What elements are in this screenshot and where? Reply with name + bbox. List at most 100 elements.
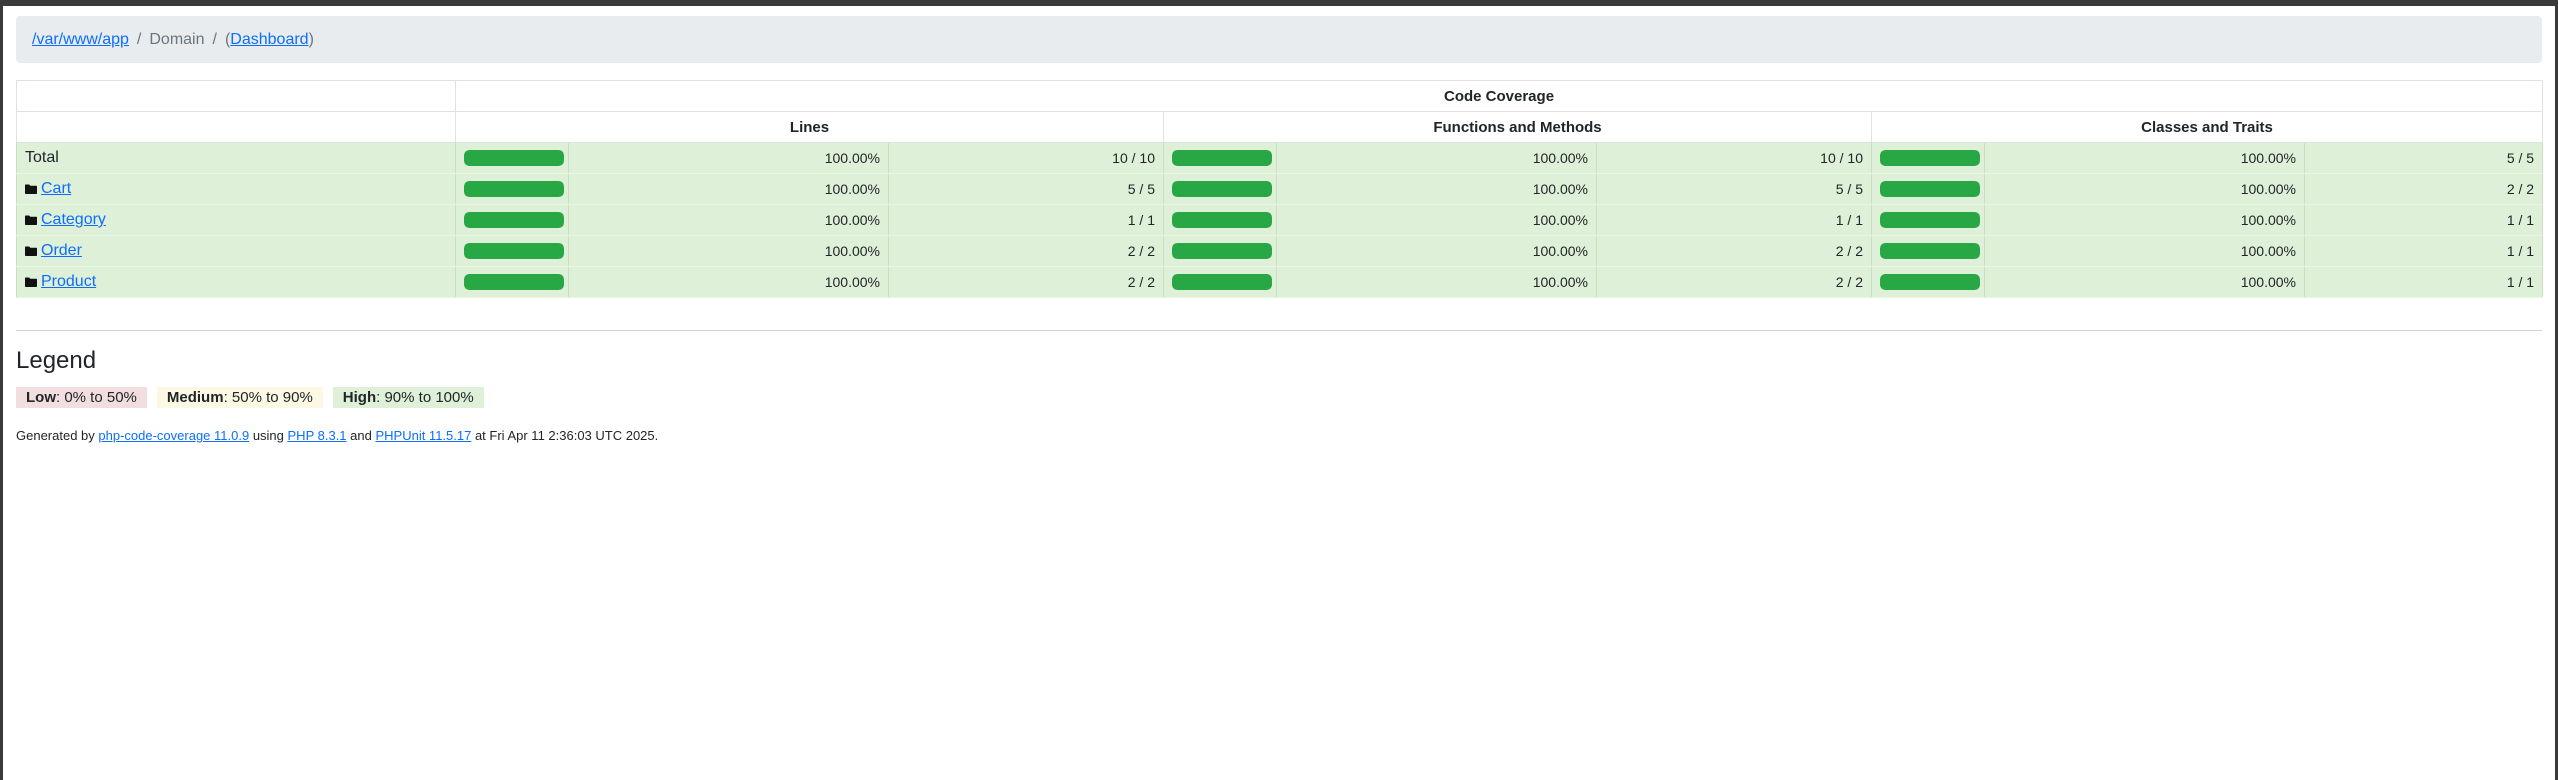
row-name-cell: Cart	[16, 173, 456, 205]
directory-link[interactable]: Category	[41, 211, 106, 228]
functions-column-header: Functions and Methods	[1163, 111, 1872, 143]
legend-medium: Medium: 50% to 90%	[156, 387, 323, 408]
functions-ratio: 2 / 2	[1596, 266, 1872, 298]
classes-progress-cell	[1871, 204, 1985, 236]
divider	[16, 330, 2542, 331]
table-row: Category 100.00% 1 / 1 100.00% 1 / 1 100.00% 1…	[16, 204, 2544, 236]
classes-ratio: 1 / 1	[2303, 204, 2544, 236]
lines-progress-bar	[464, 150, 564, 166]
classes-ratio: 2 / 2	[2303, 173, 2544, 205]
lines-column-header: Lines	[455, 111, 1164, 143]
legend-title: Legend	[16, 347, 97, 374]
legend-medium-label: Medium	[166, 389, 224, 406]
classes-progress-fill	[1880, 243, 1980, 259]
table-row: Order 100.00% 2 / 2 100.00% 2 / 2 100.00% 1 / …	[16, 235, 2544, 267]
lines-progress-cell	[455, 266, 569, 298]
functions-percent: 100.00%	[1276, 204, 1597, 236]
lines-ratio: 2 / 2	[888, 235, 1164, 267]
legend-low: Low: 0% to 50%	[16, 387, 147, 408]
classes-progress-bar	[1880, 181, 1980, 197]
classes-ratio: 1 / 1	[2303, 235, 2544, 267]
directory-link[interactable]: Cart	[41, 180, 71, 197]
functions-progress-fill	[1172, 181, 1272, 197]
functions-ratio: 5 / 5	[1596, 173, 1872, 205]
lines-percent: 100.00%	[568, 142, 889, 174]
folder-icon	[25, 215, 37, 225]
lines-progress-fill	[464, 150, 564, 166]
total-label: Total	[25, 149, 59, 166]
lines-percent: 100.00%	[568, 173, 889, 205]
folder-icon	[25, 246, 37, 256]
functions-progress-bar	[1172, 150, 1272, 166]
lines-ratio: 10 / 10	[888, 142, 1164, 174]
lines-progress-fill	[464, 181, 564, 197]
functions-progress-bar	[1172, 212, 1272, 228]
row-name-cell: Order	[16, 235, 456, 267]
legend-high: High: 90% to 100%	[332, 387, 484, 408]
lines-percent: 100.00%	[568, 204, 889, 236]
page-content: /var/www/app / Domain / (Dashboard) Code…	[16, 16, 2544, 443]
lines-progress-bar	[464, 274, 564, 290]
classes-ratio: 5 / 5	[2303, 142, 2544, 174]
table-row: Cart 100.00% 5 / 5 100.00% 5 / 5 100.00% 2 / 2	[16, 173, 2544, 205]
functions-progress-fill	[1172, 150, 1272, 166]
functions-progress-cell	[1163, 235, 1277, 267]
lines-progress-fill	[464, 212, 564, 228]
functions-progress-cell	[1163, 266, 1277, 298]
row-name-cell: Total	[16, 142, 456, 174]
functions-ratio: 1 / 1	[1596, 204, 1872, 236]
classes-progress-bar	[1880, 212, 1980, 228]
functions-percent: 100.00%	[1276, 142, 1597, 174]
legend: Low: 0% to 50% Medium: 50% to 90% High: …	[16, 387, 2542, 408]
breadcrumb-separator: /	[212, 30, 217, 48]
classes-progress-fill	[1880, 274, 1980, 290]
classes-progress-fill	[1880, 212, 1980, 228]
coverage-table: Code Coverage Lines Functions and Method…	[16, 80, 2544, 298]
breadcrumb-current: Domain	[149, 30, 205, 48]
table-row: Total 100.00% 10 / 10 100.00% 10 / 10 100.00%…	[16, 142, 2544, 174]
row-name-cell: Product	[16, 266, 456, 298]
table-row: Product 100.00% 2 / 2 100.00% 2 / 2 100.00% 1 …	[16, 266, 2544, 298]
directory-link[interactable]: Product	[41, 273, 96, 290]
lines-percent: 100.00%	[568, 266, 889, 298]
breadcrumb-separator: /	[136, 30, 142, 48]
functions-progress-bar	[1172, 274, 1272, 290]
classes-progress-bar	[1880, 150, 1980, 166]
legend-medium-range: : 50% to 90%	[223, 389, 313, 406]
php-code-coverage-link[interactable]: php-code-coverage 11.0.9	[98, 428, 249, 443]
lines-progress-cell	[455, 142, 569, 174]
window-frame-top	[0, 0, 2558, 6]
classes-column-header: Classes and Traits	[1870, 111, 2544, 143]
header-empty-cell	[16, 80, 456, 112]
functions-percent: 100.00%	[1276, 266, 1597, 298]
window-frame-left	[0, 0, 3, 780]
functions-progress-fill	[1172, 212, 1272, 228]
php-link[interactable]: PHP 8.3.1	[288, 428, 347, 443]
functions-percent: 100.00%	[1276, 173, 1597, 205]
directory-link[interactable]: Order	[41, 242, 82, 259]
lines-progress-cell	[455, 173, 569, 205]
folder-icon	[25, 184, 37, 194]
header-empty-cell	[16, 111, 456, 143]
lines-progress-bar	[464, 212, 564, 228]
legend-low-range: : 0% to 50%	[56, 389, 137, 406]
functions-progress-cell	[1163, 204, 1277, 236]
folder-icon	[25, 277, 37, 287]
generated-by-footer: Generated by php-code-coverage 11.0.9 us…	[16, 428, 2542, 443]
classes-progress-cell	[1871, 235, 1985, 267]
functions-progress-cell	[1163, 142, 1277, 174]
lines-progress-cell	[455, 235, 569, 267]
breadcrumb: /var/www/app / Domain / (Dashboard)	[16, 16, 2542, 63]
legend-high-range: : 90% to 100%	[376, 389, 474, 406]
dashboard-link[interactable]: Dashboard	[230, 31, 308, 49]
breadcrumb-root-link[interactable]: /var/www/app	[32, 31, 129, 49]
coverage-table-body: Total 100.00% 10 / 10 100.00% 10 / 10 100.00%…	[16, 142, 2544, 298]
classes-progress-cell	[1871, 173, 1985, 205]
code-coverage-header: Code Coverage	[454, 80, 2544, 112]
functions-progress-bar	[1172, 181, 1272, 197]
classes-progress-cell	[1871, 142, 1985, 174]
lines-ratio: 5 / 5	[888, 173, 1164, 205]
footer-suffix: at Fri Apr 11 2:36:03 UTC 2025.	[471, 428, 659, 443]
phpunit-link[interactable]: PHPUnit 11.5.17	[375, 428, 471, 443]
lines-progress-cell	[455, 204, 569, 236]
